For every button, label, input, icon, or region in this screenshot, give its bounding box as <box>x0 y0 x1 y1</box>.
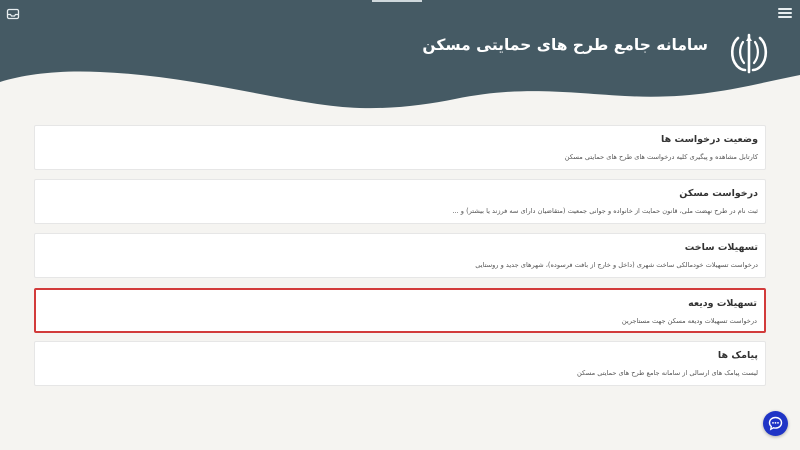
card-description: ثبت نام در طرح نهضت ملی، قانون حمایت از … <box>452 207 758 215</box>
card-sms-messages[interactable]: پیامک ها لیست پیامک های ارسالی از سامانه… <box>34 341 766 386</box>
chat-support-button[interactable] <box>763 411 788 436</box>
site-title: سامانه جامع طرح های حمایتی مسکن <box>422 36 708 54</box>
inbox-icon[interactable] <box>6 6 20 20</box>
card-title: پیامک ها <box>717 350 758 361</box>
card-title: درخواست مسکن <box>679 188 758 199</box>
card-construction-loan[interactable]: تسهیلات ساخت درخواست تسهیلات خودمالکی سا… <box>34 233 766 278</box>
card-title: وضعیت درخواست ها <box>661 134 758 145</box>
card-request-status[interactable]: وضعیت درخواست ها کارتابل مشاهده و پیگیری… <box>34 125 766 170</box>
chat-support-icon <box>768 416 783 431</box>
card-description: درخواست تسهیلات ودیعه مسکن جهت مستاجرین <box>621 317 757 325</box>
card-description: درخواست تسهیلات خودمالکی ساخت شهری (داخل… <box>475 261 758 269</box>
iran-emblem-icon <box>728 32 770 76</box>
card-deposit-loan[interactable]: تسهیلات ودیعه درخواست تسهیلات ودیعه مسکن… <box>34 288 766 333</box>
card-title: تسهیلات ساخت <box>684 242 758 253</box>
card-description: لیست پیامک های ارسالی از سامانه جامع طرح… <box>577 369 758 377</box>
card-description: کارتابل مشاهده و پیگیری کلیه درخواست های… <box>564 153 758 161</box>
site-header: سامانه جامع طرح های حمایتی مسکن <box>0 0 800 125</box>
card-title: تسهیلات ودیعه <box>688 298 757 309</box>
card-housing-request[interactable]: درخواست مسکن ثبت نام در طرح نهضت ملی، قا… <box>34 179 766 224</box>
top-indicator <box>372 0 422 2</box>
hamburger-menu-icon[interactable] <box>778 6 792 20</box>
header-wave-background <box>0 0 800 109</box>
